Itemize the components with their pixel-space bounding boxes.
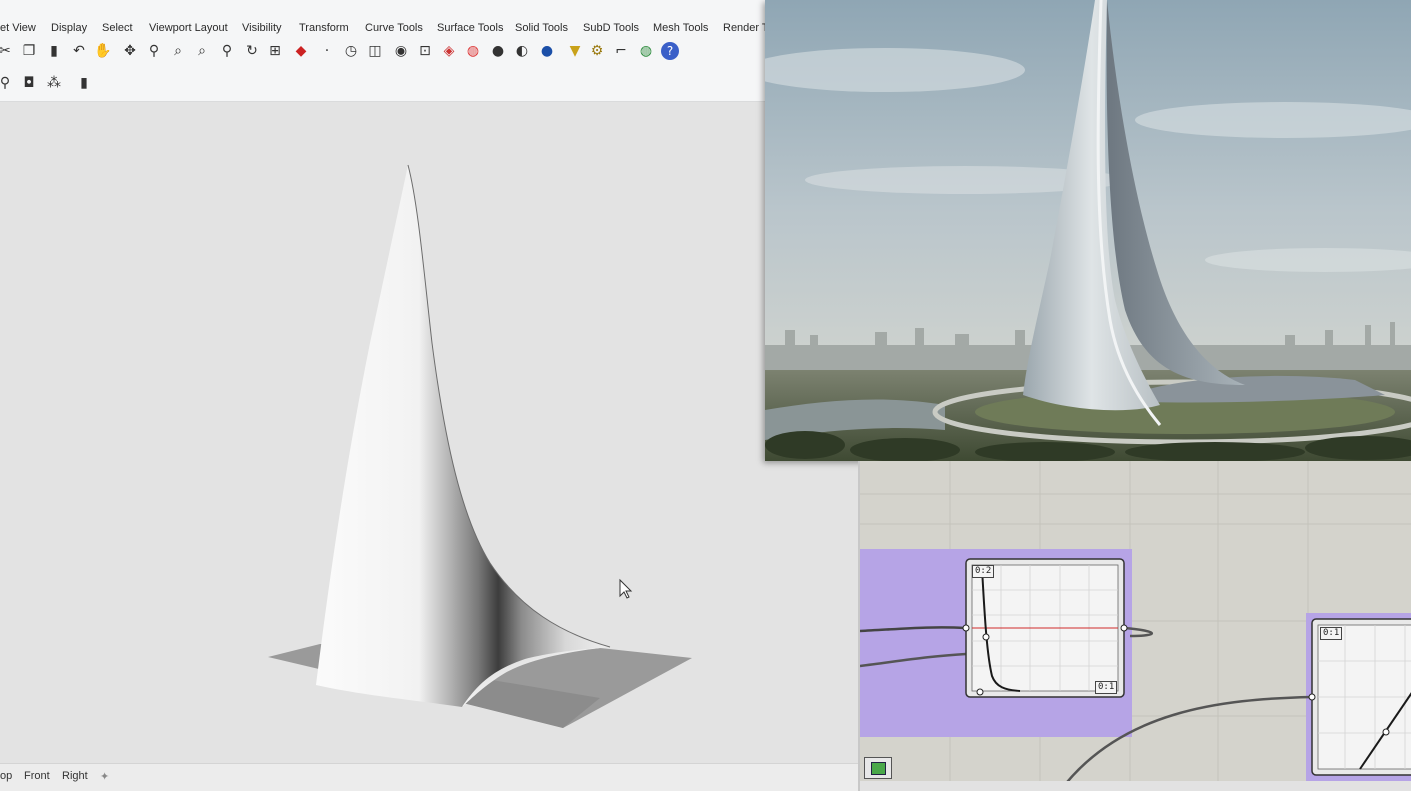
clock-icon[interactable]: ◷ <box>342 42 360 60</box>
render-canvas <box>765 0 1411 461</box>
color-wheel-icon[interactable]: ◍ <box>464 42 482 60</box>
perspective-viewport[interactable] <box>0 103 860 763</box>
render-image <box>765 0 1411 461</box>
shaded-sphere-icon[interactable]: ● <box>489 42 507 60</box>
snap-icon[interactable]: ⌐ <box>612 42 630 60</box>
tab-front[interactable]: Front <box>24 770 50 782</box>
car-icon[interactable]: ◆ <box>292 42 310 60</box>
menu-tab-4[interactable]: Visibility <box>242 22 282 34</box>
menu-tab-1[interactable]: Display <box>51 22 87 34</box>
mouse-cursor-icon <box>619 578 633 599</box>
copy-icon[interactable]: ❐ <box>20 42 38 60</box>
rendered-sphere-icon[interactable]: ◐ <box>513 42 531 60</box>
graph-2-badge-top: 0:1 <box>1320 627 1343 640</box>
point-icon[interactable]: · <box>318 42 336 60</box>
gear-icon[interactable]: ⚙ <box>588 42 606 60</box>
menu-tab-7[interactable]: Surface Tools <box>437 22 503 34</box>
gh-component-icon[interactable] <box>864 757 892 779</box>
objects-icon[interactable]: ⁂ <box>45 74 63 92</box>
rotate-view-icon[interactable]: ↻ <box>243 42 261 60</box>
tab-top[interactable]: op <box>0 770 12 782</box>
grid-icon[interactable]: ⊞ <box>266 42 284 60</box>
toolbar-row-1: ✂ ❐ ▮ ↶ ✋ ✥ ⚲ ⌕ ⌕ ⚲ ↻ ⊞ ◆ · ◷ ◫ ◉ ⊡ ◈ ◍ ● ◐ ● ▼ ⚙ ⌐ ◍? <box>0 40 860 66</box>
zoom-icon[interactable]: ⚲ <box>145 42 163 60</box>
lightbulb-icon[interactable]: ◉ <box>392 42 410 60</box>
add-tab-icon[interactable]: ✦ <box>100 770 109 783</box>
undo-icon[interactable]: ↶ <box>70 42 88 60</box>
graph-mapper-1 <box>962 558 1128 698</box>
help-icon[interactable]: ? <box>661 42 679 60</box>
pan-hand-icon[interactable]: ✋ <box>94 42 112 60</box>
spire-surface <box>316 165 610 707</box>
graph-1-badge-top: 0:2 <box>972 565 995 578</box>
menu-tab-2[interactable]: Select <box>102 22 133 34</box>
menu-tab-10[interactable]: Mesh Tools <box>653 22 708 34</box>
graph-mapper-2 <box>1308 618 1411 776</box>
menu-tab-3[interactable]: Viewport Layout <box>149 22 228 34</box>
grasshopper-canvas[interactable]: 0:2 0:1 0:1 <box>858 461 1411 791</box>
gh-canvas-svg <box>860 461 1411 791</box>
filter-icon[interactable]: ▼ <box>566 42 584 60</box>
graph-1-badge-bottom: 0:1 <box>1095 681 1118 694</box>
move-view-icon[interactable]: ✥ <box>121 42 139 60</box>
tab-right[interactable]: Right <box>62 770 88 782</box>
menu-tab-9[interactable]: SubD Tools <box>583 22 639 34</box>
analysis-icon[interactable]: ▮ <box>75 74 93 92</box>
cut-icon[interactable]: ✂ <box>0 42 14 60</box>
paste-icon[interactable]: ▮ <box>45 42 63 60</box>
gh-status-bar <box>860 781 1411 791</box>
layer-icon[interactable]: ◫ <box>366 42 384 60</box>
blue-sphere-icon[interactable]: ● <box>538 42 556 60</box>
globe-icon[interactable]: ◍ <box>637 42 655 60</box>
menu-tab-8[interactable]: Solid Tools <box>515 22 568 34</box>
viewport-tabs: op Front Right ✦ <box>0 763 860 791</box>
toolbar-row-2: ⚲ ◘ ⁂ ▮ <box>0 66 860 102</box>
menu-tab-0[interactable]: et View <box>0 22 36 34</box>
menu-tab-6[interactable]: Curve Tools <box>365 22 423 34</box>
rhino-window: et View Display Select Viewport Layout Visib… <box>0 0 860 791</box>
menu-bar: et View Display Select Viewport Layout Visib… <box>0 0 860 40</box>
zoom-extents-icon[interactable]: ⌕ <box>193 42 211 60</box>
viewport-canvas <box>268 164 692 728</box>
menu-tab-5[interactable]: Transform <box>299 22 349 34</box>
lock-icon[interactable]: ⊡ <box>416 42 434 60</box>
zoom-selected-icon[interactable]: ⚲ <box>218 42 236 60</box>
material-icon[interactable]: ◈ <box>440 42 458 60</box>
properties-icon[interactable]: ⚲ <box>0 74 14 92</box>
screen: et View Display Select Viewport Layout Visib… <box>0 0 1411 791</box>
display-icon[interactable]: ◘ <box>20 74 38 92</box>
zoom-window-icon[interactable]: ⌕ <box>169 42 187 60</box>
